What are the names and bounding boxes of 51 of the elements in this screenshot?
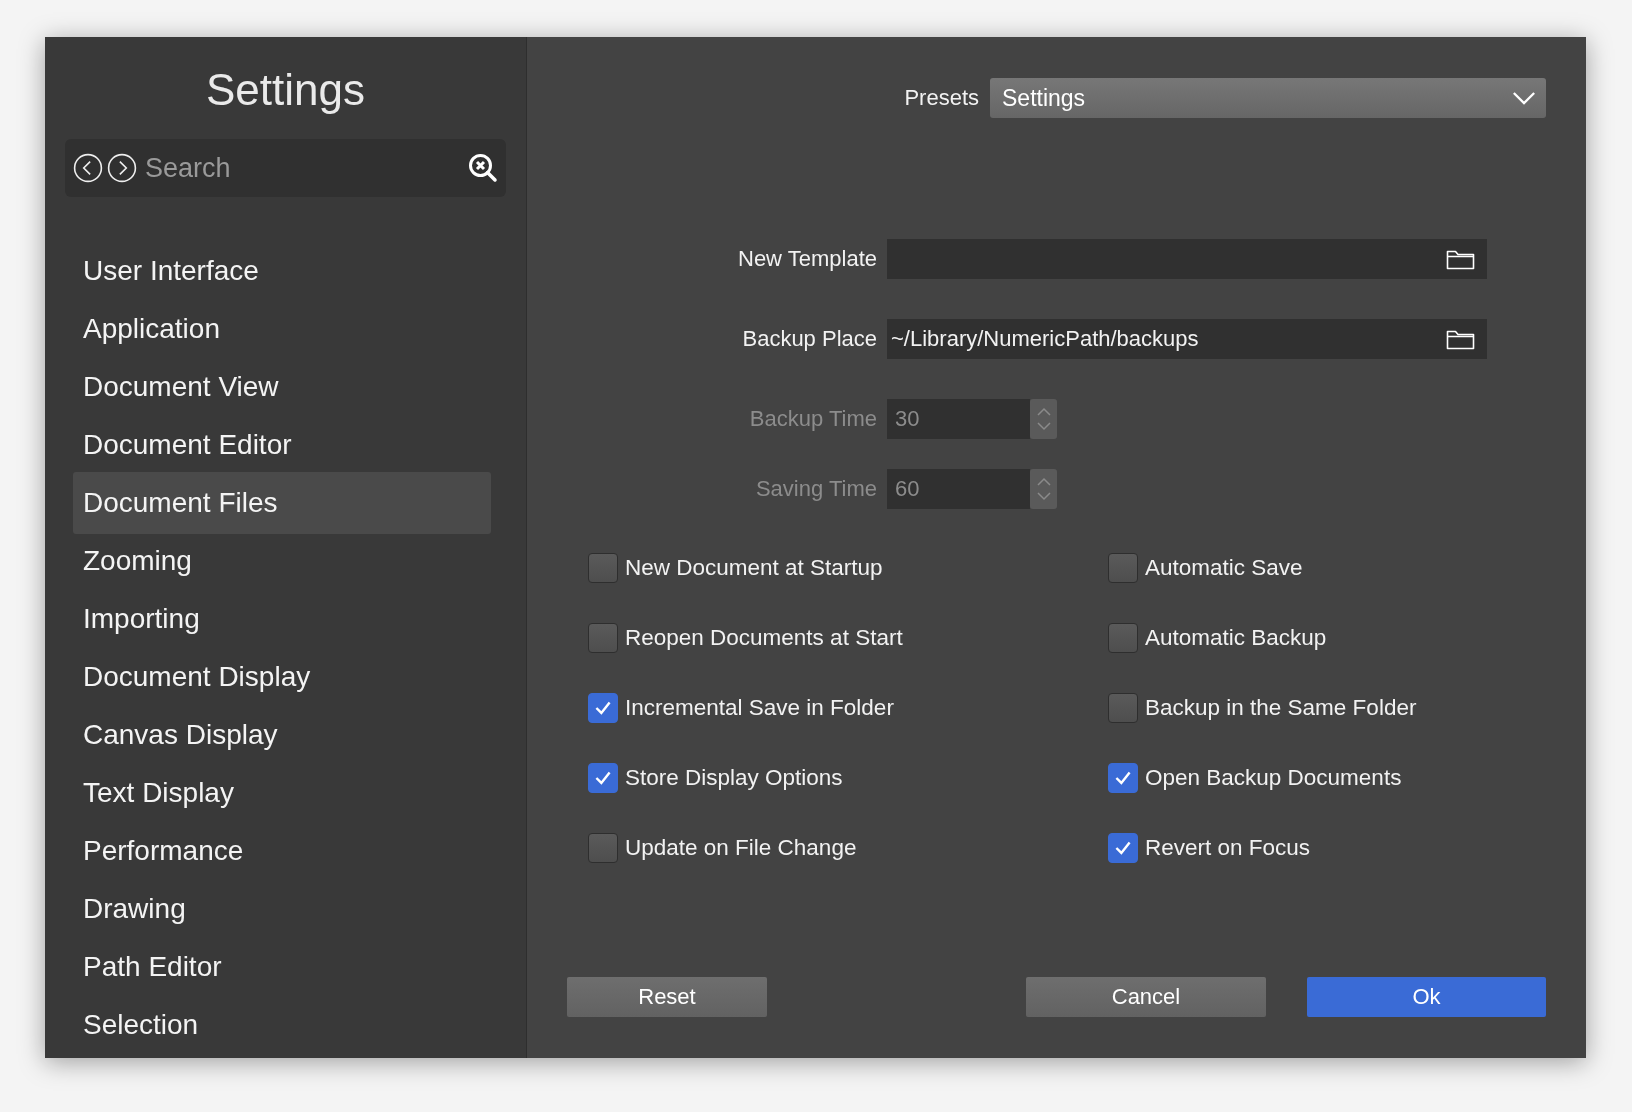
clear-search-icon[interactable] (468, 153, 498, 183)
checkbox-label: Reopen Documents at Start (625, 625, 903, 651)
checkbox-label: Store Display Options (625, 765, 843, 791)
checkbox-label: Open Backup Documents (1145, 765, 1402, 791)
checkbox-label: Update on File Change (625, 835, 857, 861)
field-label: Backup Place (741, 326, 878, 352)
field-label: New Template (737, 246, 878, 272)
search-field[interactable]: Search (65, 139, 506, 197)
sidebar-item[interactable]: Document Files (73, 472, 491, 534)
forward-icon[interactable] (107, 153, 137, 183)
checkbox-label: New Document at Startup (625, 555, 883, 581)
checkbox-label: Incremental Save in Folder (625, 695, 894, 721)
checkbox[interactable] (588, 763, 618, 793)
checkbox-label: Automatic Backup (1145, 625, 1327, 651)
checkbox[interactable] (1108, 833, 1138, 863)
checkbox[interactable] (1108, 763, 1138, 793)
action-button[interactable]: Cancel (1026, 977, 1266, 1017)
sidebar-item[interactable]: Document Display (73, 648, 491, 706)
action-button[interactable]: Reset (567, 977, 767, 1017)
checkbox[interactable] (588, 833, 618, 863)
sidebar-item[interactable]: Path Editor (73, 938, 491, 996)
field-label: Saving Time (754, 476, 878, 502)
chevron-icon (1512, 90, 1536, 106)
sidebar-title: Settings (205, 64, 366, 116)
sidebar-item[interactable]: Selection (73, 996, 491, 1054)
sidebar-item[interactable]: Document Editor (73, 416, 491, 474)
checkbox[interactable] (1108, 623, 1138, 653)
sidebar-item[interactable]: Importing (73, 590, 491, 648)
sidebar-item[interactable]: Performance (73, 822, 491, 880)
checkbox[interactable] (1108, 553, 1138, 583)
checkbox[interactable] (588, 553, 618, 583)
checkbox[interactable] (588, 623, 618, 653)
ok-button[interactable]: Ok (1307, 977, 1546, 1017)
checkbox-label: Automatic Save (1145, 555, 1303, 581)
back-icon[interactable] (73, 153, 103, 183)
field-label: Backup Time (748, 406, 878, 432)
sidebar-item[interactable]: Drawing (73, 880, 491, 938)
checkbox-label: Backup in the Same Folder (1145, 695, 1417, 721)
sidebar-item[interactable]: Canvas Display (73, 706, 491, 764)
checkbox[interactable] (588, 693, 618, 723)
sidebar-item[interactable]: Document View (73, 358, 491, 416)
sidebar-item[interactable]: Application (73, 300, 491, 358)
sidebar-item[interactable]: Text Display (73, 764, 491, 822)
path-field[interactable] (887, 239, 1487, 279)
sidebar-item[interactable]: User Interface (73, 242, 491, 300)
checkbox-label: Revert on Focus (1145, 835, 1311, 861)
presets-label: Presets (904, 85, 979, 111)
checkbox[interactable] (1108, 693, 1138, 723)
sidebar-item[interactable]: Zooming (73, 532, 491, 590)
path-field[interactable]: ~/Library/NumericPath/backups (887, 319, 1487, 359)
presets-dropdown[interactable]: Settings (990, 78, 1546, 118)
